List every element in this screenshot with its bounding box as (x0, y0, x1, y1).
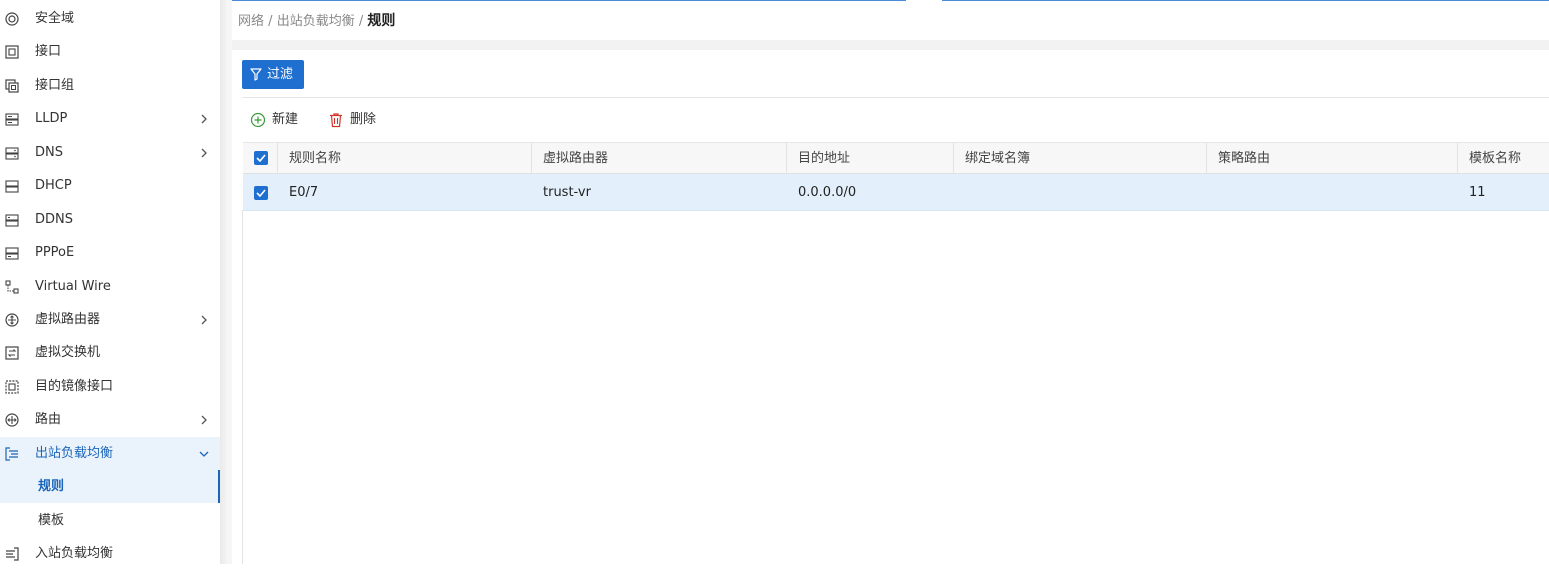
breadcrumb-current: 规则 (367, 13, 396, 29)
delete-button-label: 删除 (350, 112, 377, 127)
column-header-virtual-router[interactable]: 虚拟路由器 (532, 143, 786, 174)
sidebar-item-label: 虚拟路由器 (35, 312, 101, 327)
new-button[interactable]: 新建 (250, 110, 302, 130)
sidebar-item-security-zone[interactable]: 安全域 (0, 2, 220, 35)
virtual-switch-icon (5, 346, 19, 360)
filter-button-label: 过滤 (267, 67, 294, 82)
check-icon (256, 154, 266, 162)
sidebar-subitem-label: 规则 (38, 479, 65, 494)
sidebar-item-dns[interactable]: DNS (0, 136, 220, 169)
filter-button[interactable]: 过滤 (242, 60, 304, 89)
cell-virtual-router: trust-vr (543, 185, 591, 200)
sidebar-item-interface[interactable]: 接口 (0, 35, 220, 68)
chevron-right-icon (201, 114, 207, 124)
column-header-rule-name[interactable]: 规则名称 (278, 143, 531, 174)
lldp-icon (5, 113, 19, 126)
inbound-lb-icon (6, 547, 19, 561)
sidebar-subitem-rules[interactable]: 规则 (0, 470, 220, 503)
row-checkbox[interactable] (254, 186, 268, 200)
sidebar-item-pppoe[interactable]: PPPoE (0, 236, 220, 269)
filter-divider (242, 97, 1549, 98)
trash-icon (330, 113, 342, 128)
sidebar-item-label: 目的镜像接口 (35, 379, 114, 394)
ddns-icon (5, 214, 19, 227)
sidebar-item-label: 安全域 (35, 11, 75, 26)
new-button-label: 新建 (272, 112, 299, 127)
sidebar-item-virtual-router[interactable]: 虚拟路由器 (0, 303, 220, 336)
sidebar-item-label: 出站负载均衡 (35, 446, 114, 461)
sidebar-item-routing[interactable]: 路由 (0, 403, 220, 436)
interface-icon (5, 45, 19, 59)
cell-destination: 0.0.0.0/0 (798, 185, 857, 200)
column-header-template-name[interactable]: 模板名称 (1458, 143, 1549, 174)
sidebar-item-label: 接口 (35, 44, 62, 59)
breadcrumb-outbound-lb[interactable]: 出站负载均衡 (277, 14, 355, 29)
sidebar-nav: 安全域 接口 接口组 LLDP DNS DHCP DDNS PPPoE Virt… (0, 0, 220, 564)
chevron-down-icon (199, 451, 209, 457)
sidebar-item-outbound-lb[interactable]: 出站负载均衡 (0, 437, 220, 470)
sidebar-item-label: DNS (35, 145, 63, 160)
check-icon (256, 189, 266, 197)
sidebar-item-label: 虚拟交换机 (35, 345, 101, 360)
table-row[interactable]: E0/7 trust-vr 0.0.0.0/0 11 (243, 174, 1549, 211)
delete-button[interactable]: 删除 (328, 110, 380, 130)
filter-icon (250, 68, 262, 81)
outbound-lb-icon (5, 447, 18, 461)
add-circle-icon (250, 112, 266, 128)
chevron-right-icon (201, 315, 207, 325)
chevron-right-icon (201, 148, 207, 158)
main-panel (232, 50, 1549, 564)
breadcrumb-separator: / (268, 14, 273, 29)
sidebar-item-label: 路由 (35, 412, 62, 427)
header-divider (232, 40, 1549, 50)
sidebar-item-label: DHCP (35, 178, 72, 193)
pppoe-icon (5, 247, 19, 260)
breadcrumb-separator: / (358, 14, 364, 29)
sidebar-item-virtual-switch[interactable]: 虚拟交换机 (0, 336, 220, 369)
column-header-domain-book[interactable]: 绑定域名簿 (954, 143, 1206, 174)
sidebar-item-ddns[interactable]: DDNS (0, 203, 220, 236)
sidebar-item-label: Virtual Wire (35, 279, 111, 294)
interface-group-icon (5, 79, 19, 93)
dhcp-icon (5, 180, 19, 193)
table-header: 规则名称 虚拟路由器 目的地址 绑定域名簿 策略路由 模板名称 (243, 142, 1549, 174)
sidebar-item-dhcp[interactable]: DHCP (0, 169, 220, 202)
sidebar-item-virtual-wire[interactable]: Virtual Wire (0, 270, 220, 303)
sidebar-item-inbound-lb[interactable]: 入站负载均衡 (0, 537, 220, 570)
virtual-router-icon (5, 313, 19, 327)
sidebar-item-lldp[interactable]: LLDP (0, 102, 220, 135)
breadcrumb-network[interactable]: 网络 (238, 14, 264, 29)
chevron-right-icon (201, 415, 207, 425)
sidebar-shadow (220, 0, 232, 564)
select-all-checkbox[interactable] (254, 151, 268, 165)
sidebar-item-label: DDNS (35, 212, 73, 227)
sidebar-subitem-templates[interactable]: 模板 (0, 504, 220, 537)
sidebar-item-label: PPPoE (35, 245, 75, 260)
routing-icon (5, 413, 19, 427)
column-header-policy-route[interactable]: 策略路由 (1207, 143, 1457, 174)
cell-rule-name: E0/7 (289, 185, 319, 200)
dns-icon (5, 147, 19, 160)
sidebar-item-label: 入站负载均衡 (35, 546, 114, 561)
top-accent-line-right (942, 0, 1549, 1)
cell-template-name: 11 (1469, 185, 1486, 200)
sidebar-subitem-label: 模板 (38, 513, 65, 528)
sidebar-item-mirror-interface[interactable]: 目的镜像接口 (0, 370, 220, 403)
sidebar-item-label: 接口组 (35, 78, 75, 93)
sidebar-item-label: LLDP (35, 111, 68, 126)
breadcrumb: 网络 / 出站负载均衡 / 规则 (238, 10, 395, 32)
panel-border (242, 210, 243, 564)
mirror-interface-icon (5, 380, 19, 394)
security-zone-icon (5, 12, 19, 26)
column-header-destination[interactable]: 目的地址 (787, 143, 953, 174)
virtual-wire-icon (5, 280, 19, 294)
sidebar-item-interface-group[interactable]: 接口组 (0, 69, 220, 102)
